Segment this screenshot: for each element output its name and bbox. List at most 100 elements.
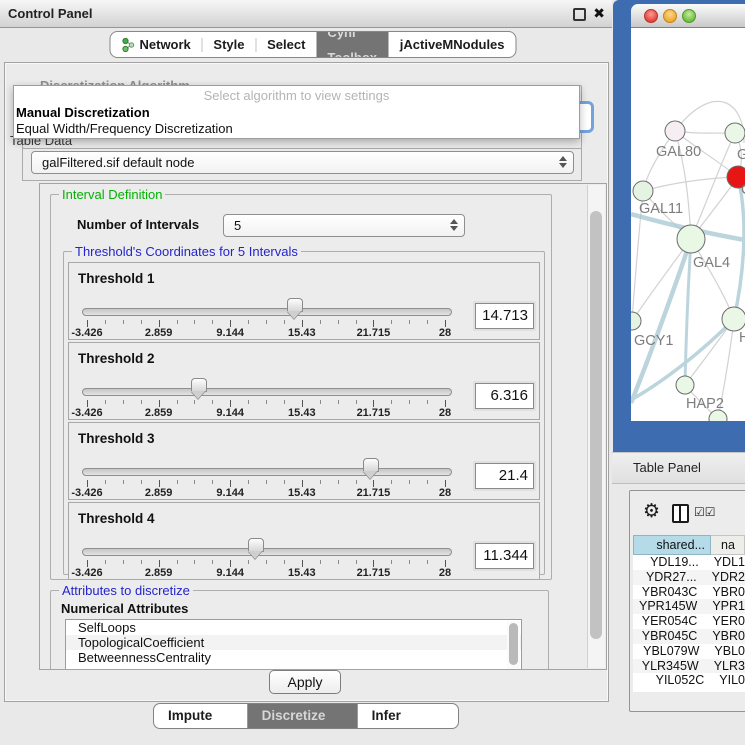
network-node[interactable] (665, 121, 685, 141)
cell-name[interactable]: YDL1 (705, 555, 745, 570)
cell-shared-name[interactable]: YBR043C (633, 585, 703, 600)
cell-name[interactable]: YIL0 (710, 673, 745, 688)
network-graph: GAL80GACGAL11GAL4GCY1HHAP2 (631, 28, 745, 421)
tab-select[interactable]: Select (256, 32, 316, 57)
cell-shared-name[interactable]: YDL19... (633, 555, 705, 570)
table-panel-header[interactable]: Table Panel (612, 452, 745, 484)
network-view-window[interactable]: GAL80GACGAL11GAL4GCY1HHAP2 (613, 0, 745, 452)
threshold-value-box[interactable]: 14.713 (475, 303, 534, 329)
network-node[interactable] (677, 225, 705, 253)
network-window-titlebar[interactable] (631, 4, 745, 28)
table-row[interactable]: YBR043CYBR0 (633, 585, 745, 600)
scrollbar-thumb[interactable] (590, 211, 602, 639)
select-columns-icon[interactable]: ☑☑ (694, 505, 716, 519)
table-row[interactable]: YER054CYER0 (633, 614, 745, 629)
minimize-traffic-light-icon[interactable] (663, 9, 677, 23)
table-row[interactable]: YBR045CYBR0 (633, 629, 745, 644)
close-icon[interactable]: ✖ (593, 5, 605, 22)
cell-name[interactable]: YDR2 (703, 570, 745, 585)
tick-mark (356, 400, 357, 404)
tab-style[interactable]: Style (202, 32, 255, 57)
tick-mark (427, 560, 428, 564)
network-node[interactable] (722, 307, 745, 331)
table-row[interactable]: YDR27...YDR2 (633, 570, 745, 585)
threshold-slider-track[interactable] (82, 388, 452, 396)
threshold-slider-thumb[interactable] (248, 538, 264, 552)
threshold-slider-thumb[interactable] (191, 378, 207, 392)
control-panel-titlebar[interactable]: Control Panel ✖ (0, 0, 612, 28)
cell-shared-name[interactable]: YLR345W (633, 659, 705, 674)
threshold-slider-track[interactable] (82, 468, 452, 476)
network-node[interactable] (676, 376, 694, 394)
attribute-item[interactable]: BetweennessCentrality (66, 650, 521, 665)
cell-name[interactable]: YBR0 (703, 629, 745, 644)
zoom-traffic-light-icon[interactable] (682, 9, 696, 23)
network-node[interactable] (633, 181, 653, 201)
network-node[interactable] (631, 312, 641, 330)
gear-icon[interactable]: ⚙ (643, 502, 660, 521)
table-data-value: galFiltered.sif default node (42, 155, 194, 170)
table-row[interactable]: YPR145WYPR1 (633, 599, 745, 614)
float-window-icon[interactable] (573, 8, 586, 21)
tick-mark (391, 560, 392, 564)
cell-shared-name[interactable]: YER054C (633, 614, 703, 629)
dropdown-placeholder-item[interactable]: Select algorithm to view settings (14, 88, 579, 103)
threshold-slider-track[interactable] (82, 308, 452, 316)
tab-infer-network[interactable]: Infer Network (358, 704, 458, 728)
table-data-combobox[interactable]: galFiltered.sif default node (31, 151, 574, 174)
tab-jactivemnodules[interactable]: jActiveMNodules (389, 32, 516, 57)
network-canvas[interactable]: GAL80GACGAL11GAL4GCY1HHAP2 (631, 28, 745, 421)
tab-cyni-toolbox[interactable]: Cyni Toolbox (316, 32, 388, 57)
tab-network[interactable]: Network (110, 32, 201, 57)
threshold-slider-thumb[interactable] (287, 298, 303, 312)
cell-shared-name[interactable]: YBL079W (633, 644, 705, 659)
table-row[interactable]: YDL19...YDL1 (633, 555, 745, 570)
table-row[interactable]: YBL079WYBL0 (633, 644, 745, 659)
numerical-attributes-list[interactable]: SelfLoopsTopologicalCoefficientBetweenne… (65, 619, 522, 670)
apply-button[interactable]: Apply (269, 670, 341, 694)
dropdown-item-manual-discretization[interactable]: Manual Discretization (16, 105, 150, 120)
cell-name[interactable]: YPR1 (703, 599, 745, 614)
number-of-intervals-value: 5 (234, 218, 241, 233)
tick-mark (356, 480, 357, 484)
scrollbar-thumb[interactable] (509, 623, 518, 665)
cell-shared-name[interactable]: YPR145W (633, 599, 703, 614)
threshold-slider-track[interactable] (82, 548, 452, 556)
dropdown-item-equal-width-frequency[interactable]: Equal Width/Frequency Discretization (16, 121, 233, 136)
threshold-value-box[interactable]: 21.4 (475, 463, 534, 489)
threshold-value-box[interactable]: 6.316 (475, 383, 534, 409)
table-row[interactable]: YIL052CYIL0 (633, 673, 745, 688)
attribute-item[interactable]: TopologicalCoefficient (66, 635, 521, 650)
tick-label: 15.43 (288, 487, 316, 499)
cell-name[interactable]: YER0 (703, 614, 745, 629)
thresholds-group: Threshold's Coordinates for 5 Intervals … (63, 251, 545, 575)
right-column: GAL80GACGAL11GAL4GCY1HHAP2 Table Panel ⚙… (612, 0, 745, 745)
split-columns-icon[interactable] (672, 504, 689, 523)
number-of-intervals-combobox[interactable]: 5 (223, 214, 465, 237)
node-label: GA (737, 147, 745, 163)
tab-impute-data[interactable]: Impute Data (154, 704, 247, 728)
tick-label: 28 (439, 487, 451, 499)
cell-shared-name[interactable]: YDR27... (633, 570, 703, 585)
threshold-slider-thumb[interactable] (363, 458, 379, 472)
panel-vertical-scrollbar[interactable] (587, 185, 605, 668)
tick-mark (212, 320, 213, 324)
cell-name[interactable]: YLR3 (705, 659, 745, 674)
table-row[interactable]: YLR345WYLR3 (633, 659, 745, 674)
network-node[interactable] (725, 123, 745, 143)
threshold-value-box[interactable]: 11.344 (475, 543, 534, 569)
cell-shared-name[interactable]: YIL052C (633, 673, 710, 688)
column-header-shared-name[interactable]: shared... (633, 535, 711, 555)
close-traffic-light-icon[interactable] (644, 9, 658, 23)
attribute-item[interactable]: SelfLoops (66, 620, 521, 635)
tick-mark (105, 400, 106, 404)
tab-discretize-data[interactable]: Discretize Data (248, 704, 357, 728)
cell-shared-name[interactable]: YBR045C (633, 629, 703, 644)
column-header-name[interactable]: na (711, 535, 745, 555)
tick-mark (373, 480, 374, 487)
attribute-list-scrollbar[interactable] (507, 621, 520, 670)
cell-name[interactable]: YBL0 (705, 644, 745, 659)
tick-label: 21.715 (357, 407, 391, 419)
tick-label: 2.859 (145, 487, 173, 499)
cell-name[interactable]: YBR0 (703, 585, 745, 600)
